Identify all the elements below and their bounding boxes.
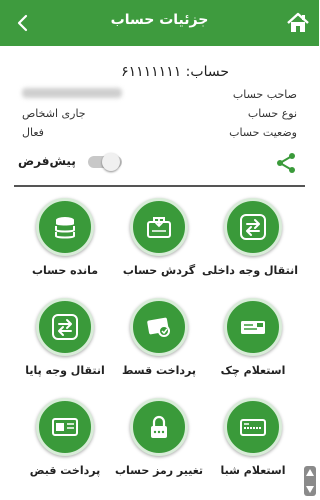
cheque-icon — [241, 321, 265, 334]
service-label: انتقال وجه داخلی — [201, 264, 298, 277]
service-label: استعلام چک — [220, 364, 286, 377]
service-circle — [224, 398, 282, 456]
sheba-card-icon — [240, 419, 266, 436]
default-toggle-label: پیش‌فرض — [18, 154, 76, 168]
bill-icon — [52, 418, 78, 436]
service-bill-payment[interactable]: پرداخت قبض — [20, 398, 110, 498]
service-circle — [130, 198, 188, 256]
service-paya-transfer[interactable]: انتقال وجه پایا — [20, 298, 110, 398]
service-label: انتقال وجه پایا — [25, 364, 105, 377]
scroll-handle-icon[interactable] — [303, 466, 317, 496]
service-label: تغییر رمز حساب — [114, 464, 204, 477]
toggle-knob — [102, 153, 120, 171]
service-label: مانده حساب — [31, 264, 99, 277]
service-circle — [36, 298, 94, 356]
service-account-statement[interactable]: گردش حساب — [114, 198, 204, 298]
share-icon[interactable] — [275, 152, 297, 174]
service-change-password[interactable]: تغییر رمز حساب — [114, 398, 204, 498]
account-type-label: نوع حساب — [247, 107, 297, 120]
service-label: پرداخت قبض — [29, 464, 101, 477]
statement-icon — [147, 217, 171, 238]
account-status-value: فعال — [22, 126, 44, 139]
account-status-label: وضعیت حساب — [229, 126, 297, 139]
service-circle — [130, 398, 188, 456]
installment-icon — [147, 317, 170, 337]
service-circle — [36, 198, 94, 256]
transfer-icon — [240, 214, 266, 240]
service-label: گردش حساب — [122, 264, 196, 277]
service-label: استعلام شبا — [220, 464, 286, 477]
service-circle — [224, 298, 282, 356]
account-type-value: جاری اشخاص — [22, 107, 86, 120]
service-sheba-inquiry[interactable]: استعلام شبا — [208, 398, 298, 498]
service-account-balance[interactable]: مانده حساب — [20, 198, 110, 298]
app-header: جزئیات حساب — [0, 0, 319, 46]
service-internal-transfer[interactable]: انتقال وجه داخلی — [201, 198, 298, 298]
paya-transfer-icon — [52, 314, 78, 340]
default-toggle[interactable] — [88, 153, 122, 171]
service-circle — [36, 398, 94, 456]
service-circle — [130, 298, 188, 356]
service-label: پرداخت قسط — [122, 364, 196, 377]
service-cheque-inquiry[interactable]: استعلام چک — [208, 298, 298, 398]
home-icon[interactable] — [285, 10, 311, 36]
page-title: جزئیات حساب — [110, 12, 209, 28]
owner-value-redacted — [22, 88, 122, 98]
coins-icon — [55, 217, 75, 239]
account-number: حساب: ۶۱۱۱۱۱۱۱ — [121, 64, 229, 80]
owner-label: صاحب حساب — [232, 88, 297, 101]
service-installment-payment[interactable]: پرداخت قسط — [114, 298, 204, 398]
lock-icon — [151, 415, 167, 438]
section-divider — [14, 185, 305, 187]
service-circle — [224, 198, 282, 256]
